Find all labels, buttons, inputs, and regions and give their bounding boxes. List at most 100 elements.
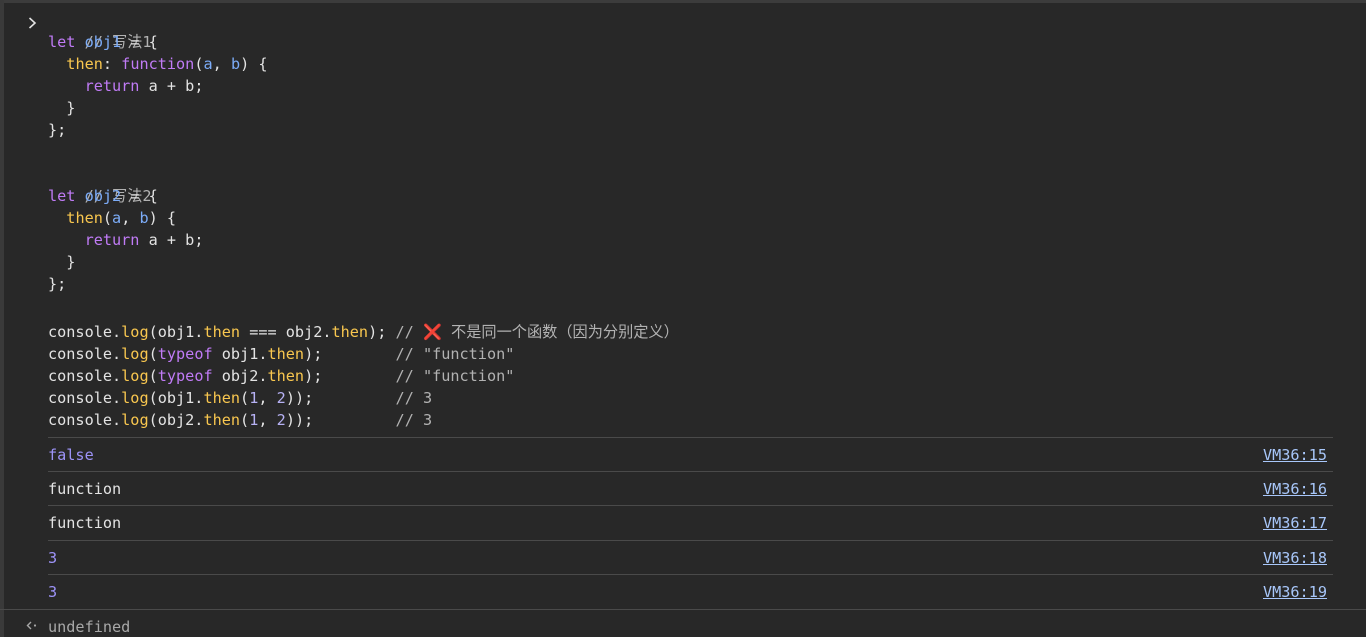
code-param: a xyxy=(203,55,213,73)
console-log-row: 3 VM36:18 xyxy=(48,540,1333,574)
code-line: }; xyxy=(48,273,66,295)
code-text: )); xyxy=(285,411,396,429)
top-border xyxy=(0,0,1366,3)
code-line: console.log(typeof obj2.then); // "funct… xyxy=(48,365,514,387)
code-property: then xyxy=(66,209,103,227)
code-line: then: function(a, b) { xyxy=(48,53,268,75)
source-link[interactable]: VM36:16 xyxy=(1263,472,1327,506)
code-text: = { xyxy=(121,187,158,205)
cross-mark-icon: ❌ xyxy=(422,323,442,341)
console-log-row: function VM36:16 xyxy=(48,471,1333,505)
code-text: ); xyxy=(304,345,396,363)
code-method: log xyxy=(121,411,149,429)
code-text: )); xyxy=(285,389,396,407)
code-text: (obj1. xyxy=(148,323,204,341)
code-text: }; xyxy=(48,121,67,139)
code-text: a + b; xyxy=(139,77,204,95)
log-value: function xyxy=(48,480,122,498)
code-text: console. xyxy=(48,345,122,363)
code-param: b xyxy=(139,209,149,227)
log-value: false xyxy=(48,446,94,464)
code-property: then xyxy=(203,411,241,429)
code-text: obj2. xyxy=(212,367,268,385)
code-comment: // "function" xyxy=(395,345,515,363)
source-link[interactable]: VM36:19 xyxy=(1263,575,1327,609)
log-value: 3 xyxy=(48,583,58,601)
source-link[interactable]: VM36:17 xyxy=(1263,506,1327,540)
code-number: 1 xyxy=(249,411,259,429)
code-text: (obj2. xyxy=(148,411,204,429)
console-log-row: false VM36:15 xyxy=(48,437,1333,471)
code-line: } xyxy=(48,97,75,119)
console-log-row: 3 VM36:19 xyxy=(48,574,1333,608)
code-line: then(a, b) { xyxy=(48,207,176,229)
code-text: , xyxy=(258,411,277,429)
code-text: , xyxy=(258,389,277,407)
code-line: console.log(obj1.then(1, 2)); // 3 xyxy=(48,387,432,409)
code-comment: // "function" xyxy=(395,367,515,385)
code-variable: obj1 xyxy=(84,33,122,51)
code-keyword: return xyxy=(84,231,140,249)
code-line: } xyxy=(48,251,75,273)
code-keyword: let xyxy=(48,33,76,51)
source-link[interactable]: VM36:18 xyxy=(1263,541,1327,575)
code-property: then xyxy=(66,55,103,73)
code-text: }; xyxy=(48,275,67,293)
code-text: : xyxy=(102,55,122,73)
code-line: }; xyxy=(48,119,66,141)
code-line: // 写法2 xyxy=(48,163,152,205)
code-property: then xyxy=(203,389,241,407)
code-number: 2 xyxy=(276,411,286,429)
code-line: return a + b; xyxy=(48,229,204,251)
code-text: , xyxy=(121,209,140,227)
code-keyword: typeof xyxy=(157,367,213,385)
code-text: obj1. xyxy=(212,345,268,363)
code-param: b xyxy=(230,55,241,73)
code-comment: // 3 xyxy=(395,389,433,407)
code-keyword: return xyxy=(84,77,140,95)
console-log-row: function VM36:17 xyxy=(48,505,1333,539)
code-method: log xyxy=(121,323,149,341)
code-method: log xyxy=(121,345,149,363)
code-text: ( xyxy=(240,411,250,429)
code-line: console.log(obj2.then(1, 2)); // 3 xyxy=(48,409,432,431)
return-arrow-icon xyxy=(26,621,37,630)
left-border xyxy=(0,0,4,637)
code-text: ( xyxy=(240,389,250,407)
code-property: then xyxy=(267,367,305,385)
code-method: log xyxy=(121,389,149,407)
code-text: ( xyxy=(148,345,158,363)
code-text: ( xyxy=(102,209,113,227)
code-text: console. xyxy=(48,323,122,341)
log-value: 3 xyxy=(48,549,58,567)
code-text: console. xyxy=(48,411,122,429)
code-comment: // 3 xyxy=(395,411,433,429)
code-line: return a + b; xyxy=(48,75,204,97)
code-text: === obj2. xyxy=(240,323,332,341)
code-keyword: function xyxy=(121,55,195,73)
source-link[interactable]: VM36:15 xyxy=(1263,438,1327,472)
code-text: ); xyxy=(304,367,396,385)
code-text: console. xyxy=(48,367,122,385)
code-text: (obj1. xyxy=(148,389,204,407)
code-text: a + b; xyxy=(139,231,204,249)
code-text: ( xyxy=(148,367,158,385)
code-property: then xyxy=(203,323,241,341)
code-line: let obj1 = { xyxy=(48,31,158,53)
code-comment: // xyxy=(395,323,423,341)
code-property: then xyxy=(267,345,305,363)
log-value: function xyxy=(48,514,122,532)
result-value: undefined xyxy=(48,618,131,636)
code-line: console.log(typeof obj1.then); // "funct… xyxy=(48,343,514,365)
code-number: 1 xyxy=(249,389,259,407)
chevron-right-icon xyxy=(28,17,37,29)
code-line: // 写法1 xyxy=(48,9,152,51)
code-keyword: typeof xyxy=(157,345,213,363)
code-text: ) { xyxy=(240,55,268,73)
code-text: } xyxy=(48,99,76,117)
code-line: console.log(obj1.then === obj2.then); //… xyxy=(48,321,679,343)
